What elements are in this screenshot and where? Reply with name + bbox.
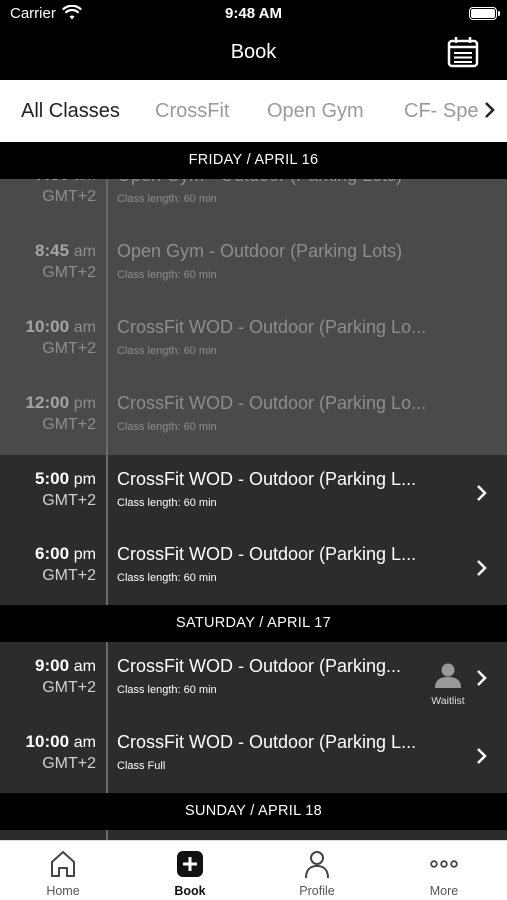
tab-crossfit[interactable]: CrossFit xyxy=(155,100,229,123)
nav-bar: Book xyxy=(0,30,507,80)
class-length: Class length: 60 min xyxy=(117,684,217,696)
plus-square-icon xyxy=(177,851,203,877)
day-header-saturday: SATURDAY / APRIL 17 xyxy=(0,605,507,642)
tab-book[interactable]: Book xyxy=(127,841,253,900)
class-timezone: GMT+2 xyxy=(42,188,96,205)
waitlist-indicator[interactable]: Waitlist xyxy=(428,662,468,707)
home-icon xyxy=(51,851,75,877)
class-length: Class length: 60 min xyxy=(117,269,217,281)
class-length: Class length: 60 min xyxy=(117,572,217,584)
tab-profile-label: Profile xyxy=(299,884,335,898)
tabs-scroll-right[interactable] xyxy=(479,98,499,122)
row-divider xyxy=(106,379,108,455)
page-title: Book xyxy=(230,41,277,63)
tab-open-gym[interactable]: Open Gym xyxy=(267,100,364,123)
class-timezone: GMT+2 xyxy=(42,264,96,281)
class-time: 12:00 pm xyxy=(25,393,96,412)
class-time: 8:45 am xyxy=(35,241,96,260)
row-divider xyxy=(106,455,108,531)
class-row: 10:00 am GMT+2 CrossFit WOD - Outdoor (P… xyxy=(0,303,507,379)
row-divider xyxy=(106,642,108,718)
class-length: Class length: 60 min xyxy=(117,497,217,509)
class-filter-tabs: All Classes CrossFit Open Gym CF- Spe xyxy=(0,80,507,142)
class-name: CrossFit WOD - Outdoor (Parking... xyxy=(117,656,402,676)
class-row[interactable]: 9:00 am GMT+2 CrossFit WOD - Outdoor (Pa… xyxy=(0,642,507,718)
chevron-right-icon[interactable] xyxy=(475,558,489,578)
class-time: 10:00 am xyxy=(25,732,96,751)
tab-home[interactable]: Home xyxy=(0,841,126,900)
class-time: 6:00 pm xyxy=(35,544,96,563)
class-timezone: GMT+2 xyxy=(42,492,96,509)
day-header-sunday: SUNDAY / APRIL 18 xyxy=(0,793,507,830)
row-divider xyxy=(106,303,108,379)
chevron-right-icon[interactable] xyxy=(475,746,489,766)
class-status: Class Full xyxy=(117,760,166,772)
class-timezone: GMT+2 xyxy=(42,340,96,357)
class-name: Open Gym - Outdoor (Parking Lots) xyxy=(117,241,403,261)
row-divider xyxy=(106,227,108,303)
class-timezone: GMT+2 xyxy=(42,679,96,696)
class-row[interactable]: 10:00 am GMT+2 CrossFit WOD - Outdoor (P… xyxy=(0,718,507,794)
tab-cf-special[interactable]: CF- Spe xyxy=(404,100,478,123)
battery-icon xyxy=(469,7,500,20)
tab-more[interactable]: More xyxy=(381,841,507,900)
class-row: 12:00 pm GMT+2 CrossFit WOD - Outdoor (P… xyxy=(0,379,507,455)
chevron-right-icon xyxy=(485,102,495,118)
class-name: CrossFit WOD - Outdoor (Parking Lo... xyxy=(117,393,427,413)
tab-more-label: More xyxy=(429,884,459,898)
class-timezone: GMT+2 xyxy=(42,416,96,433)
row-divider xyxy=(106,830,108,840)
row-divider xyxy=(106,718,108,794)
status-bar: Carrier 9:48 AM xyxy=(0,0,507,30)
bottom-tab-bar: Home Book Profile More xyxy=(0,840,507,900)
class-row[interactable]: 6:00 pm GMT+2 CrossFit WOD - Outdoor (Pa… xyxy=(0,530,507,606)
chevron-right-icon[interactable] xyxy=(475,668,489,688)
class-length: Class length: 60 min xyxy=(117,193,217,205)
class-time: 9:00 am xyxy=(35,656,96,675)
calendar-icon[interactable] xyxy=(447,36,479,68)
person-icon xyxy=(435,663,461,688)
row-divider xyxy=(106,530,108,606)
tab-all-classes[interactable]: All Classes xyxy=(21,100,120,123)
class-name: CrossFit WOD - Outdoor (Parking L... xyxy=(117,544,417,564)
class-row-partial xyxy=(0,830,507,840)
class-row[interactable]: 5:00 pm GMT+2 CrossFit WOD - Outdoor (Pa… xyxy=(0,455,507,531)
class-length: Class length: 60 min xyxy=(117,421,217,433)
class-name: CrossFit WOD - Outdoor (Parking Lo... xyxy=(117,317,427,337)
class-row: 8:45 am GMT+2 Open Gym - Outdoor (Parkin… xyxy=(0,227,507,303)
tab-profile[interactable]: Profile xyxy=(254,841,380,900)
class-name: CrossFit WOD - Outdoor (Parking L... xyxy=(117,732,417,752)
person-icon xyxy=(305,851,329,879)
class-name: CrossFit WOD - Outdoor (Parking L... xyxy=(117,469,417,489)
tab-home-label: Home xyxy=(46,884,80,898)
chevron-right-icon[interactable] xyxy=(475,483,489,503)
day-header-friday-overlay: FRIDAY / APRIL 16 xyxy=(0,142,507,179)
clock: 9:48 AM xyxy=(225,5,282,22)
tab-book-label: Book xyxy=(174,884,206,898)
class-length: Class length: 60 min xyxy=(117,345,217,357)
waitlist-label: Waitlist xyxy=(431,695,465,707)
class-time: 5:00 pm xyxy=(35,469,96,488)
class-timezone: GMT+2 xyxy=(42,755,96,772)
class-time: 10:00 am xyxy=(25,317,96,336)
class-timezone: GMT+2 xyxy=(42,567,96,584)
more-icon xyxy=(430,860,458,868)
